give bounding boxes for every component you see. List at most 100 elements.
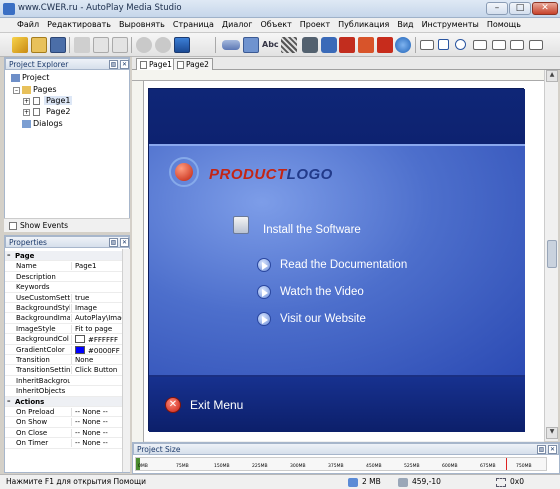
copy-icon[interactable] (93, 37, 109, 53)
scroll-thumb[interactable] (547, 240, 557, 268)
tree-item-pages[interactable]: Pages (33, 85, 57, 94)
save-icon[interactable] (50, 37, 66, 53)
web-icon[interactable] (395, 37, 411, 53)
exit-menu-link[interactable]: Exit Menu (190, 398, 243, 412)
tab-page1[interactable]: Page1 (136, 58, 176, 70)
documentation-link[interactable]: Read the Documentation (280, 259, 407, 271)
menu-edit[interactable]: Редактировать (44, 18, 116, 32)
slideshow-icon[interactable] (358, 37, 374, 53)
action-row[interactable]: On Preload -- None -- (5, 407, 122, 418)
menu-publish[interactable]: Публикация (335, 18, 394, 32)
flash-icon[interactable] (339, 37, 355, 53)
size-tick: 300MB (290, 464, 306, 469)
wizard-icon[interactable] (12, 37, 28, 53)
redo-icon[interactable] (155, 37, 171, 53)
tree-item-page2[interactable]: Page2 (46, 107, 70, 116)
listbox-icon[interactable] (473, 40, 487, 50)
menu-help[interactable]: Помощь (484, 18, 526, 32)
property-row[interactable]: InheritBackgrou (5, 376, 122, 387)
video-icon[interactable] (321, 37, 337, 53)
properties-scrollbar[interactable] (122, 249, 130, 472)
menu-view[interactable]: Вид (394, 18, 418, 32)
action-row[interactable]: On Close -- None -- (5, 428, 122, 439)
minimize-button[interactable]: – (486, 2, 508, 15)
combobox-icon[interactable] (492, 40, 506, 50)
menu-tools[interactable]: Инструменты (419, 18, 484, 32)
property-row[interactable]: Keywords (5, 282, 122, 293)
menu-align[interactable]: Выровнять (116, 18, 170, 32)
logo-sphere-icon[interactable] (175, 163, 193, 181)
property-row[interactable]: UseCustomSett true (5, 293, 122, 303)
section-page[interactable]: Page – (5, 251, 122, 262)
preview-icon[interactable] (174, 37, 190, 53)
tab-page2[interactable]: Page2 (173, 58, 213, 70)
property-row[interactable]: TransitionSettin Click Button (5, 365, 122, 376)
exit-icon[interactable]: ✕ (165, 397, 181, 413)
property-row[interactable]: Description (5, 272, 122, 283)
expand-icon[interactable]: + (23, 98, 30, 105)
property-row[interactable]: Name Page1 (5, 261, 122, 272)
color-swatch[interactable] (75, 345, 85, 354)
property-row[interactable]: Transition None (5, 355, 122, 366)
pin-icon[interactable]: ▧ (109, 60, 118, 69)
vertical-scrollbar[interactable]: ▲ ▼ (544, 70, 558, 441)
undo-icon[interactable] (136, 37, 152, 53)
menu-page[interactable]: Страница (170, 18, 219, 32)
size-tick: 75MB (176, 464, 189, 469)
install-software-icon[interactable] (233, 216, 249, 234)
tree-item-project[interactable]: Project (22, 73, 49, 82)
action-row[interactable]: On Timer -- None -- (5, 438, 122, 449)
collapse-icon[interactable]: – (7, 251, 11, 259)
pin-icon[interactable]: ▧ (537, 445, 546, 454)
expand-icon[interactable]: + (23, 109, 30, 116)
menu-dialog[interactable]: Диалог (219, 18, 258, 32)
color-swatch[interactable] (75, 335, 85, 344)
maximize-button[interactable]: □ (509, 2, 531, 15)
video-link[interactable]: Watch the Video (280, 286, 364, 298)
cut-icon[interactable] (74, 37, 90, 53)
3d-object-icon[interactable] (302, 37, 318, 53)
tree-item-dialogs[interactable]: Dialogs (33, 119, 63, 128)
collapse-icon[interactable]: – (13, 87, 20, 94)
menu-object[interactable]: Объект (257, 18, 296, 32)
action-row[interactable]: On Show -- None -- (5, 417, 122, 428)
scroll-up-icon[interactable]: ▲ (546, 70, 558, 82)
section-actions[interactable]: Actions – (5, 396, 122, 407)
property-row[interactable]: GradientColor #0000FF (5, 345, 122, 355)
paragraph-icon[interactable]: Abc (262, 37, 279, 53)
property-row[interactable]: BackgroundStyl Image (5, 303, 122, 314)
open-folder-icon[interactable] (31, 37, 47, 53)
arrow-icon[interactable] (257, 312, 271, 326)
close-icon[interactable]: ✕ (548, 445, 557, 454)
label-object-icon[interactable] (243, 37, 259, 53)
close-button[interactable]: ✕ (532, 2, 558, 15)
progress-icon[interactable] (510, 40, 524, 50)
radio-icon[interactable] (455, 39, 466, 50)
input-icon[interactable] (420, 40, 434, 50)
show-events-checkbox[interactable] (9, 222, 17, 230)
paste-icon[interactable] (112, 37, 128, 53)
pdf-icon[interactable] (377, 37, 393, 53)
menu-file[interactable]: Файл (14, 18, 44, 32)
tree-item-page1[interactable]: Page1 (44, 96, 73, 105)
arrow-icon[interactable] (257, 258, 271, 272)
close-icon[interactable]: ✕ (120, 60, 129, 69)
pin-icon[interactable]: ▧ (109, 238, 118, 247)
close-icon[interactable]: ✕ (120, 238, 129, 247)
property-row[interactable]: ImageStyle Fit to page (5, 324, 122, 335)
checkbox-icon[interactable] (438, 39, 449, 50)
property-row[interactable]: InheritObjects (5, 386, 122, 397)
collapse-icon[interactable]: – (7, 397, 11, 405)
property-row[interactable]: BackgroundIma AutoPlay\Imag (5, 313, 123, 324)
website-link[interactable]: Visit our Website (280, 313, 366, 325)
arrow-icon[interactable] (257, 285, 271, 299)
product-logo[interactable]: PRODUCTLOGO (209, 166, 333, 183)
button-object-icon[interactable] (222, 40, 240, 50)
scroll-down-icon[interactable]: ▼ (546, 427, 558, 439)
menu-project[interactable]: Проект (297, 18, 335, 32)
tree-icon[interactable] (529, 40, 543, 50)
property-row[interactable]: BackgroundCol #FFFFFF (5, 334, 122, 345)
title-bar: www.CWER.ru - AutoPlay Media Studio – □ … (0, 0, 560, 18)
install-software-link[interactable]: Install the Software (263, 224, 361, 236)
image-icon[interactable] (281, 37, 297, 53)
